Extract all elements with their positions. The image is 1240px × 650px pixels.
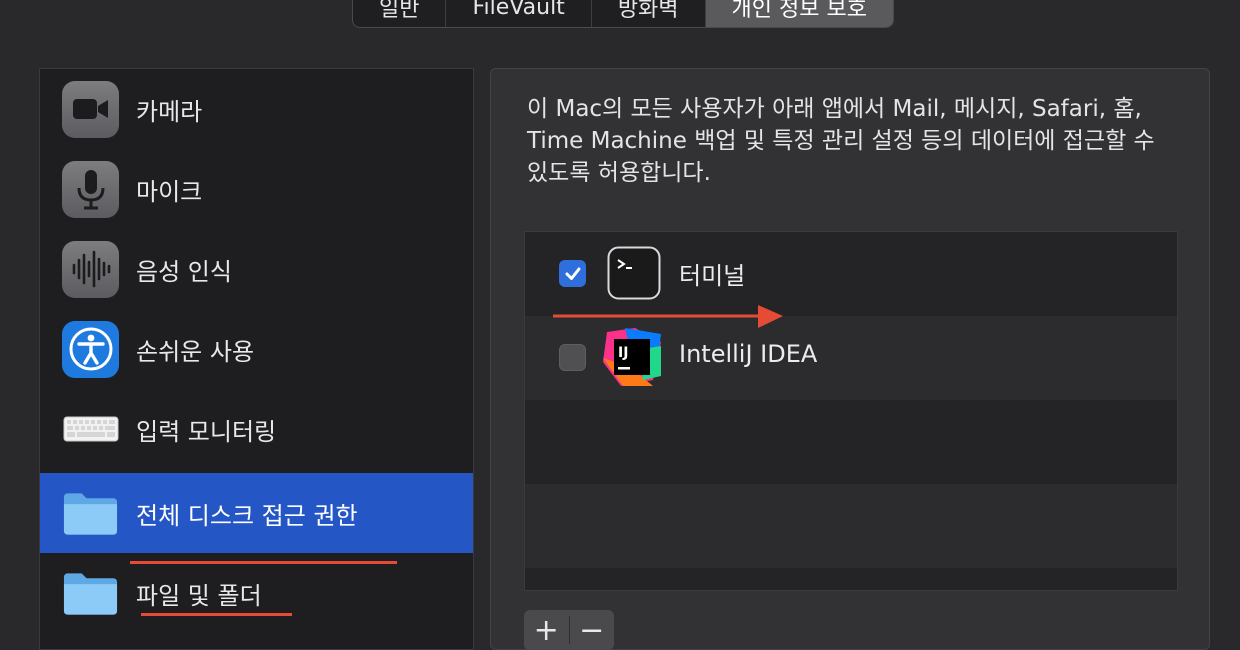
sidebar-item-files-and-folders[interactable]: 파일 및 폴더: [40, 553, 473, 633]
annotation-arrow: [553, 305, 783, 328]
terminal-icon: [607, 246, 661, 300]
accessibility-icon: [62, 320, 119, 378]
sidebar-item-label: 카메라: [136, 97, 203, 126]
annotation-underline: [141, 613, 292, 616]
app-name: IntelliJ IDEA: [679, 340, 818, 368]
add-remove-control: + −: [524, 610, 614, 650]
empty-row: [525, 484, 1177, 568]
empty-row: [525, 568, 1177, 590]
tab-bar: 일반 FileVault 방화벽 개인 정보 보호: [352, 0, 894, 28]
sidebar-item-accessibility[interactable]: 손쉬운 사용: [40, 309, 473, 389]
microphone-icon: [62, 160, 119, 218]
app-name: 터미널: [679, 262, 746, 290]
sidebar-item-camera[interactable]: 카메라: [40, 69, 473, 149]
camera-icon: [62, 80, 119, 138]
folder-icon: [62, 485, 119, 542]
tab-general[interactable]: 일반: [353, 0, 447, 27]
folder-icon: [62, 565, 119, 622]
remove-app-button[interactable]: −: [570, 610, 615, 650]
sidebar-item-speech-recognition[interactable]: 음성 인식: [40, 229, 473, 309]
sidebar-item-label: 전체 디스크 접근 권한: [136, 501, 358, 530]
sidebar-item-label: 입력 모니터링: [136, 417, 277, 446]
sidebar-item-label: 손쉬운 사용: [136, 337, 255, 366]
sidebar-item-label: 파일 및 폴더: [136, 581, 262, 610]
add-app-button[interactable]: +: [524, 610, 569, 650]
tab-privacy[interactable]: 개인 정보 보호: [705, 0, 893, 27]
sidebar-item-microphone[interactable]: 마이크: [40, 149, 473, 229]
permission-description: 이 Mac의 모든 사용자가 아래 앱에서 Mail, 메시지, Safari,…: [527, 96, 1155, 186]
annotation-underline: [130, 561, 397, 564]
sidebar-item-label: 마이크: [136, 177, 203, 206]
intellij-icon: IJ: [603, 328, 661, 386]
keyboard-icon: [62, 401, 119, 458]
empty-row: [525, 400, 1177, 484]
app-list[interactable]: 터미널 IJ IntelliJ IDEA: [524, 231, 1178, 591]
intellij-checkbox[interactable]: [559, 344, 586, 371]
sidebar-item-full-disk-access[interactable]: 전체 디스크 접근 권한: [40, 473, 473, 553]
tab-firewall[interactable]: 방화벽: [592, 0, 706, 27]
full-disk-access-panel: 이 Mac의 모든 사용자가 아래 앱에서 Mail, 메시지, Safari,…: [490, 68, 1210, 650]
terminal-checkbox[interactable]: [559, 260, 586, 287]
waveform-icon: [62, 240, 119, 298]
svg-text:IJ: IJ: [618, 345, 628, 361]
tab-filevault[interactable]: FileVault: [446, 0, 592, 27]
sidebar-item-input-monitoring[interactable]: 입력 모니터링: [40, 389, 473, 469]
sidebar-item-label: 음성 인식: [136, 257, 232, 286]
